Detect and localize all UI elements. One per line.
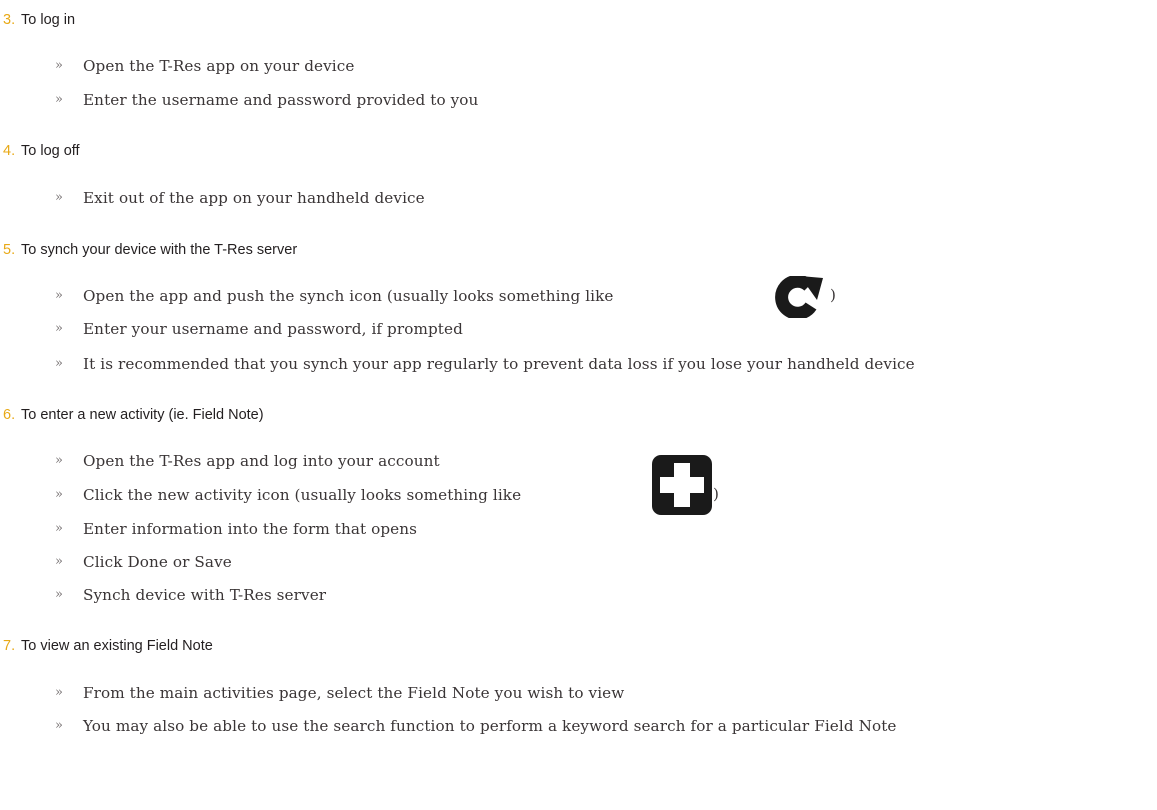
section-number: 3. bbox=[3, 12, 16, 28]
section-title: To synch your device with the T-Res serv… bbox=[21, 242, 298, 258]
section-heading-synch: 5. To synch your device with the T-Res se… bbox=[0, 242, 297, 258]
bullet: » bbox=[55, 521, 64, 536]
refresh-icon bbox=[775, 276, 823, 318]
list-item-text: You may also be able to use the search f… bbox=[83, 717, 897, 735]
bullet: » bbox=[55, 288, 64, 303]
section-title: To view an existing Field Note bbox=[21, 638, 213, 654]
instructions-page: 3. To log in » Open the T-Res app on your… bbox=[0, 0, 1157, 810]
bullet: » bbox=[55, 92, 64, 107]
list-item-text: Enter the username and password provided… bbox=[83, 91, 479, 109]
closing-paren: ) bbox=[713, 485, 720, 503]
section-number: 6. bbox=[3, 407, 16, 423]
list-item-text: Exit out of the app on your handheld dev… bbox=[83, 189, 425, 207]
bullet: » bbox=[55, 718, 64, 733]
section-title: To log off bbox=[21, 143, 80, 159]
list-item-text: Open the app and push the synch icon (us… bbox=[83, 287, 614, 305]
bullet: » bbox=[55, 58, 64, 73]
section-heading-login: 3. To log in bbox=[0, 12, 75, 28]
section-title: To log in bbox=[21, 12, 76, 28]
section-number: 4. bbox=[3, 143, 16, 159]
section-heading-view-note: 7. To view an existing Field Note bbox=[0, 638, 213, 654]
section-number: 5. bbox=[3, 242, 16, 258]
list-item-text: It is recommended that you synch your ap… bbox=[83, 355, 915, 373]
list-item-text: Synch device with T-Res server bbox=[83, 586, 327, 604]
section-number: 7. bbox=[3, 638, 16, 654]
list-item-text-main: Open the app and push the synch icon (us… bbox=[83, 287, 614, 305]
bullet: » bbox=[55, 685, 64, 700]
bullet: » bbox=[55, 321, 64, 336]
bullet: » bbox=[55, 453, 64, 468]
bullet: » bbox=[55, 356, 64, 371]
list-item-text: Open the T-Res app on your device bbox=[83, 57, 355, 75]
section-heading-logoff: 4. To log off bbox=[0, 143, 80, 159]
plus-icon bbox=[652, 455, 712, 515]
list-item-text: Click the new activity icon (usually loo… bbox=[83, 486, 522, 504]
bullet: » bbox=[55, 554, 64, 569]
list-item-text: Enter information into the form that ope… bbox=[83, 520, 418, 538]
list-item-text: Open the T-Res app and log into your acc… bbox=[83, 452, 440, 470]
section-title: To enter a new activity (ie. Field Note) bbox=[21, 407, 264, 423]
section-heading-new-activity: 6. To enter a new activity (ie. Field Not… bbox=[0, 407, 264, 423]
list-item-text: Enter your username and password, if pro… bbox=[83, 320, 463, 338]
list-item-text: Click Done or Save bbox=[83, 553, 232, 571]
bullet: » bbox=[55, 190, 64, 205]
bullet: » bbox=[55, 587, 64, 602]
bullet: » bbox=[55, 487, 64, 502]
list-item-text: From the main activities page, select th… bbox=[83, 684, 625, 702]
closing-paren: ) bbox=[830, 286, 837, 304]
